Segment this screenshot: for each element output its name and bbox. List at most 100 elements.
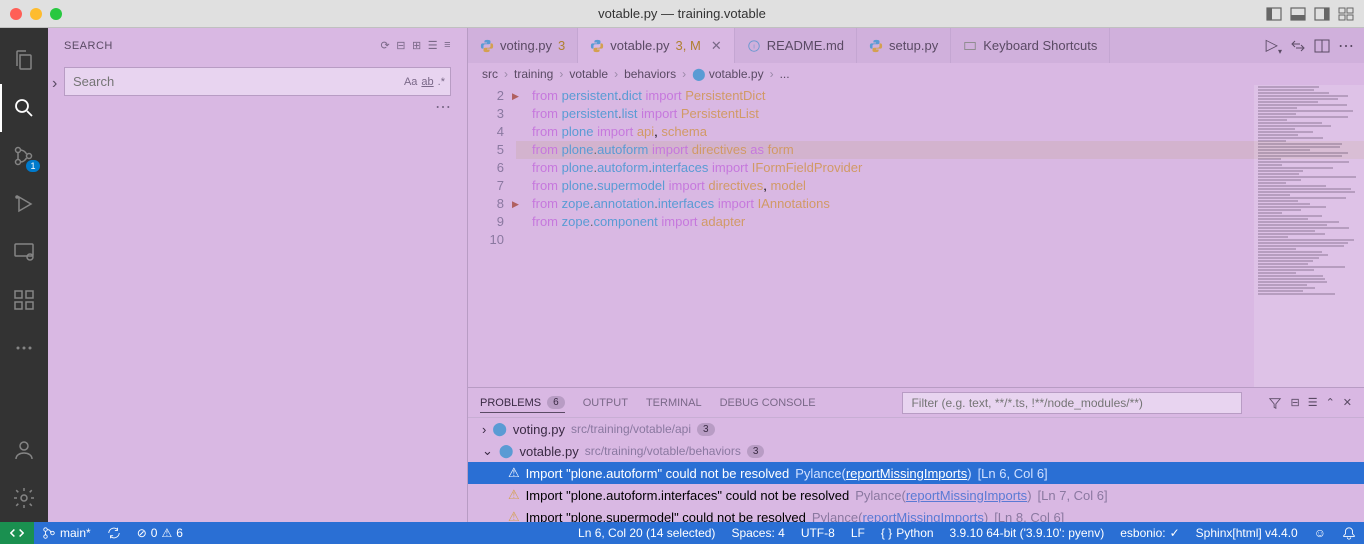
- chevron-icon: ⌄: [482, 443, 493, 459]
- window-title: votable.py — training.votable: [598, 6, 766, 21]
- search-activity[interactable]: [0, 84, 48, 132]
- sidebar-title: SEARCH: [64, 40, 113, 52]
- toggle-search-details-icon[interactable]: ⋯: [435, 97, 451, 117]
- customize-layout-icon[interactable]: [1338, 6, 1354, 22]
- run-icon[interactable]: ▷▾: [1266, 35, 1282, 56]
- tab-voting-py[interactable]: voting.py 3: [468, 28, 578, 63]
- python-interpreter[interactable]: 3.9.10 64-bit ('3.9.10': pyenv): [942, 526, 1113, 540]
- output-tab[interactable]: OUTPUT: [583, 397, 628, 409]
- svg-text:i: i: [753, 43, 754, 50]
- close-window[interactable]: [10, 8, 22, 20]
- sidebar-header: SEARCH ⟳ ⊟ ⊞ ☰ ≡: [48, 28, 467, 63]
- branch-status[interactable]: main*: [34, 526, 99, 540]
- chevron-icon: ›: [482, 422, 486, 437]
- toggle-panel-left-icon[interactable]: [1266, 6, 1282, 22]
- tab-label: Keyboard Shortcuts: [983, 38, 1097, 53]
- terminal-tab[interactable]: TERMINAL: [646, 397, 702, 409]
- sphinx-status[interactable]: Sphinx[html] v4.4.0: [1188, 526, 1306, 540]
- esbonio-status[interactable]: esbonio: ✓: [1112, 526, 1187, 540]
- explorer-activity[interactable]: [0, 36, 48, 84]
- file-icon: [869, 39, 883, 53]
- minimize-window[interactable]: [30, 8, 42, 20]
- extensions-activity[interactable]: [0, 276, 48, 324]
- tab-votable-py[interactable]: votable.py 3, M ✕: [578, 28, 734, 63]
- cursor-position[interactable]: Ln 6, Col 20 (14 selected): [570, 526, 723, 540]
- warning-icon: ⚠: [508, 465, 520, 481]
- split-editor-icon[interactable]: [1314, 38, 1330, 54]
- debug-activity[interactable]: [0, 180, 48, 228]
- encoding-status[interactable]: UTF-8: [793, 526, 843, 540]
- maximize-window[interactable]: [50, 8, 62, 20]
- more-activity[interactable]: [0, 324, 48, 372]
- titlebar: votable.py — training.votable: [0, 0, 1364, 28]
- breadcrumb[interactable]: src›training›votable›behaviors›⬤ votable…: [468, 63, 1364, 85]
- collapse-all-icon[interactable]: ⊟: [1290, 396, 1299, 410]
- language-mode[interactable]: { }Python: [873, 526, 942, 540]
- settings-activity[interactable]: [0, 474, 48, 522]
- indent-status[interactable]: Spaces: 4: [723, 526, 792, 540]
- code-editor[interactable]: 2▶345678▶910 from persistent.dict import…: [468, 85, 1364, 387]
- notifications-icon[interactable]: [1334, 526, 1364, 540]
- tab-label: README.md: [767, 38, 844, 53]
- problem-file-row[interactable]: ⌄ ⬤ votable.py src/training/votable/beha…: [468, 440, 1364, 462]
- search-input[interactable]: [64, 67, 451, 96]
- breadcrumb-segment[interactable]: ⬤ votable.py: [692, 67, 763, 81]
- toggle-panel-bottom-icon[interactable]: [1290, 6, 1306, 22]
- window-controls: [10, 8, 62, 20]
- problems-list: › ⬤ voting.py src/training/votable/api 3…: [468, 418, 1364, 522]
- tab-label: setup.py: [889, 38, 938, 53]
- close-icon[interactable]: ✕: [711, 38, 722, 54]
- breadcrumb-segment[interactable]: votable: [569, 67, 608, 81]
- problems-filter-input[interactable]: [902, 392, 1242, 414]
- collapse-results-icon[interactable]: ☰: [428, 39, 438, 52]
- remote-explorer-activity[interactable]: [0, 228, 48, 276]
- breadcrumb-segment[interactable]: ...: [780, 67, 790, 81]
- breadcrumb-segment[interactable]: training: [514, 67, 553, 81]
- editor-tabs: voting.py 3 votable.py 3, M ✕ i README.md set…: [468, 28, 1364, 63]
- account-activity[interactable]: [0, 426, 48, 474]
- regex-icon[interactable]: .*: [438, 76, 445, 88]
- breadcrumb-segment[interactable]: behaviors: [624, 67, 676, 81]
- problem-file-row[interactable]: › ⬤ voting.py src/training/votable/api 3: [468, 418, 1364, 440]
- more-actions-icon[interactable]: ⋯: [1338, 36, 1354, 56]
- feedback-icon[interactable]: ☺: [1306, 526, 1334, 540]
- new-search-editor-icon[interactable]: ⊞: [412, 39, 422, 52]
- toggle-panel-right-icon[interactable]: [1314, 6, 1330, 22]
- problem-item[interactable]: ⚠ Import "plone.supermodel" could not be…: [468, 506, 1364, 522]
- editor-area: voting.py 3 votable.py 3, M ✕ i README.md set…: [468, 28, 1364, 522]
- scm-activity[interactable]: 1: [0, 132, 48, 180]
- close-panel-icon[interactable]: ✕: [1343, 396, 1352, 410]
- warning-icon: ⚠: [508, 509, 520, 522]
- clear-search-icon[interactable]: ⊟: [396, 39, 406, 52]
- tab-README-md[interactable]: i README.md: [735, 28, 857, 63]
- chevron-up-icon[interactable]: ⌃: [1326, 396, 1335, 410]
- match-case-icon[interactable]: Aa: [404, 76, 417, 88]
- expand-results-icon[interactable]: ≡: [444, 39, 451, 52]
- tab-setup-py[interactable]: setup.py: [857, 28, 951, 63]
- activity-bar: 1: [0, 28, 48, 522]
- minimap[interactable]: [1254, 85, 1364, 387]
- tab-label: voting.py: [500, 38, 552, 53]
- scm-badge: 1: [26, 160, 40, 172]
- breadcrumb-segment[interactable]: src: [482, 67, 498, 81]
- tab-badge: 3, M: [676, 38, 701, 53]
- remote-indicator[interactable]: [0, 522, 34, 544]
- errors-warnings[interactable]: ⊘0 ⚠6: [129, 526, 191, 540]
- chevron-right-icon[interactable]: ›: [52, 75, 57, 93]
- sync-status[interactable]: [99, 526, 129, 540]
- problem-item[interactable]: ⚠ Import "plone.autoform" could not be r…: [468, 462, 1364, 484]
- tab-label: votable.py: [610, 38, 669, 53]
- search-sidebar: SEARCH ⟳ ⊟ ⊞ ☰ ≡ › Aa ab .* ⋯: [48, 28, 468, 522]
- refresh-icon[interactable]: ⟳: [381, 39, 391, 52]
- file-icon: [480, 39, 494, 53]
- file-icon: [590, 39, 604, 53]
- filter-icon[interactable]: [1268, 396, 1282, 410]
- match-word-icon[interactable]: ab: [421, 76, 433, 88]
- debug-console-tab[interactable]: DEBUG CONSOLE: [720, 397, 816, 409]
- problem-item[interactable]: ⚠ Import "plone.autoform.interfaces" cou…: [468, 484, 1364, 506]
- view-as-list-icon[interactable]: ☰: [1308, 396, 1318, 410]
- tab-Keyboard-Shortcuts[interactable]: Keyboard Shortcuts: [951, 28, 1110, 63]
- compare-icon[interactable]: [1290, 38, 1306, 54]
- eol-status[interactable]: LF: [843, 526, 873, 540]
- problems-tab[interactable]: PROBLEMS 6: [480, 396, 565, 413]
